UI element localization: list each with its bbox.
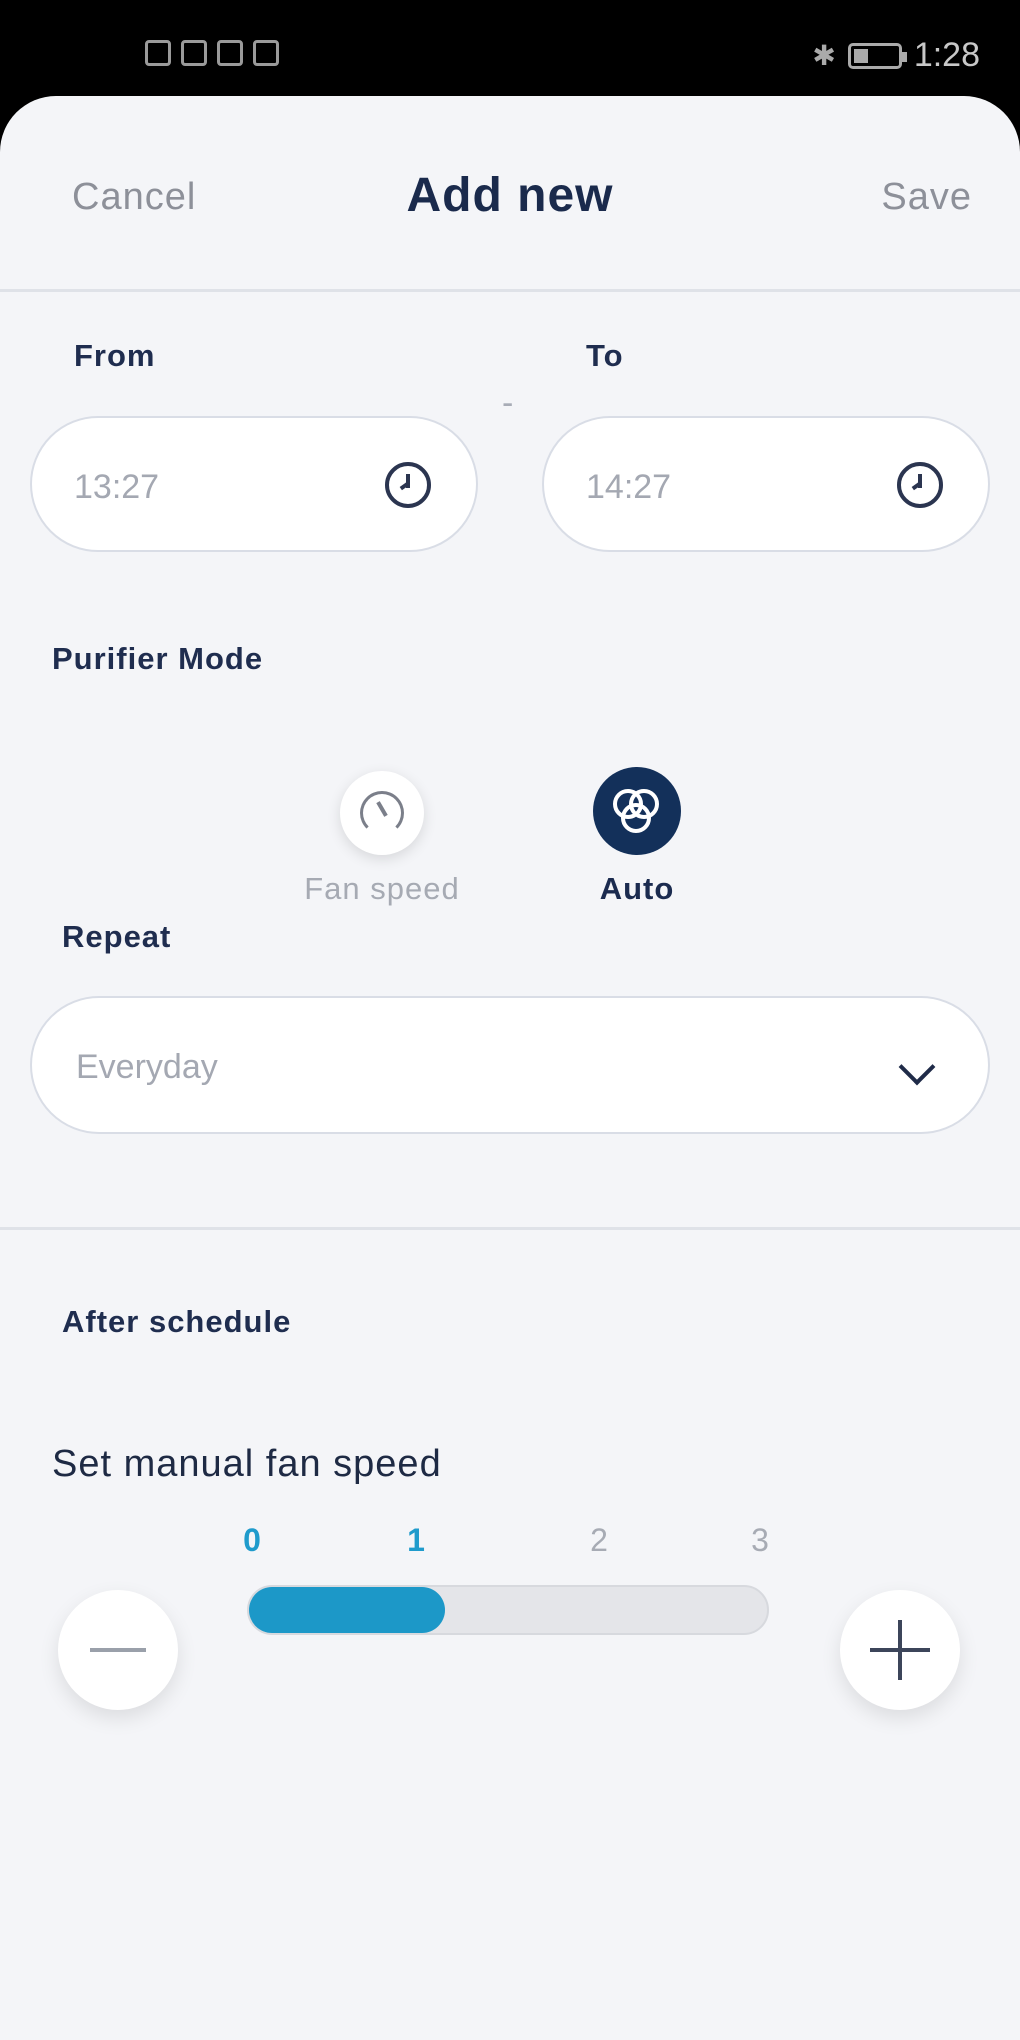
add-schedule-sheet: Cancel Add new Save From To 13:27 - 14:2… <box>0 96 1020 2040</box>
from-label: From <box>74 338 156 373</box>
chevron-down-icon <box>898 1048 936 1086</box>
system-icons: ✱ 1:28 <box>812 36 980 75</box>
section-divider <box>0 1227 1020 1230</box>
clock-icon <box>385 462 431 508</box>
to-label: To <box>586 338 624 373</box>
minus-icon <box>90 1648 146 1652</box>
clock-icon <box>897 462 943 508</box>
sheet-header: Cancel Add new Save <box>0 96 1020 291</box>
status-bar: ✱ 1:28 <box>0 0 1020 96</box>
from-time-value: 13:27 <box>74 468 160 506</box>
to-time-field[interactable]: 14:27 <box>542 416 990 552</box>
header-divider <box>0 289 1020 292</box>
notification-icons <box>145 40 279 66</box>
decrease-fan-speed-button[interactable] <box>58 1590 178 1710</box>
page-title: Add new <box>406 169 614 222</box>
fan-speed-tick: 2 <box>590 1522 608 1558</box>
repeat-value: Everyday <box>76 1048 218 1086</box>
time-separator: - <box>502 384 514 422</box>
fan-speed-slider[interactable] <box>247 1585 769 1635</box>
after-schedule-label: After schedule <box>62 1304 292 1339</box>
battery-icon <box>847 42 907 69</box>
repeat-label: Repeat <box>62 919 172 954</box>
increase-fan-speed-button[interactable] <box>840 1590 960 1710</box>
notification-icon <box>217 40 243 66</box>
auto-mode-label: Auto <box>599 871 675 906</box>
purifier-mode-label: Purifier Mode <box>52 641 264 676</box>
fan-speed-tick: 3 <box>751 1522 769 1558</box>
auto-mode-button[interactable] <box>593 767 681 855</box>
notification-icon <box>253 40 279 66</box>
fan-speed-slider-fill <box>249 1587 445 1633</box>
notification-icon <box>145 40 171 66</box>
bluetooth-icon: ✱ <box>812 40 836 71</box>
fan-speed-tick: 0 <box>243 1522 261 1558</box>
status-time: 1:28 <box>913 36 980 74</box>
fan-speed-mode-label: Fan speed <box>304 871 460 906</box>
from-time-field[interactable]: 13:27 <box>30 416 478 552</box>
save-button[interactable]: Save <box>881 176 972 219</box>
to-time-value: 14:27 <box>586 468 672 506</box>
fan-speed-mode-button[interactable] <box>340 771 424 855</box>
repeat-dropdown[interactable]: Everyday <box>30 996 990 1134</box>
fan-speed-tick: 1 <box>407 1522 425 1558</box>
notification-icon <box>181 40 207 66</box>
manual-fan-speed-title: Set manual fan speed <box>52 1443 442 1485</box>
